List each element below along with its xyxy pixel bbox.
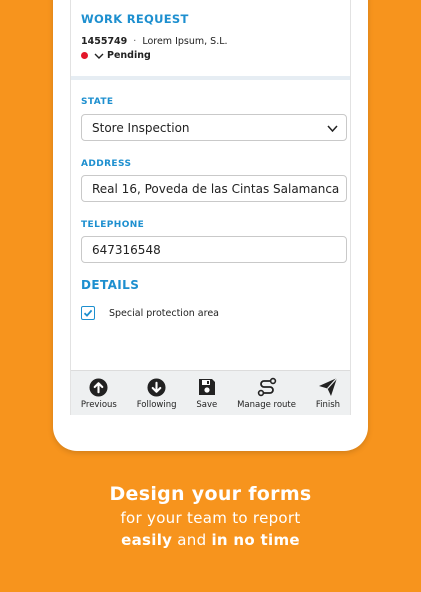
- separator: ·: [133, 36, 137, 47]
- chevron-down-icon: [327, 125, 338, 133]
- request-info-line: 1455749 · Lorem Ipsum, S.L.: [81, 36, 228, 47]
- chevron-down-icon: [94, 53, 104, 59]
- promo-tagline: Design your forms for your team to repor…: [0, 483, 421, 549]
- finish-button[interactable]: Finish: [316, 371, 340, 410]
- request-number: 1455749: [81, 36, 128, 47]
- save-button[interactable]: Save: [196, 371, 217, 410]
- tagline-line3: easily and in no time: [0, 531, 421, 549]
- finish-label: Finish: [315, 400, 341, 410]
- address-field[interactable]: Real 16, Poveda de las Cintas Salamanca: [81, 175, 347, 202]
- following-label: Following: [136, 400, 177, 410]
- state-select[interactable]: Store Inspection: [81, 114, 347, 141]
- status-dot-icon: [81, 52, 88, 59]
- manage-route-button[interactable]: Manage route: [237, 371, 296, 410]
- state-label: STATE: [81, 97, 114, 107]
- tagline-and: and: [172, 531, 212, 549]
- work-request-title: WORK REQUEST: [81, 12, 189, 26]
- telephone-label: TELEPHONE: [81, 220, 145, 230]
- address-value: Real 16, Poveda de las Cintas Salamanca: [92, 181, 340, 196]
- arrow-down-circle-icon: [147, 377, 167, 397]
- special-protection-row[interactable]: Special protection area: [81, 306, 219, 320]
- status-selector[interactable]: Pending: [81, 50, 151, 61]
- bottom-toolbar: Previous Following Save Manage route Fin…: [71, 370, 350, 415]
- route-icon: [257, 377, 277, 397]
- client-name: Lorem Ipsum, S.L.: [142, 36, 228, 47]
- state-value: Store Inspection: [92, 120, 190, 135]
- checkbox-label: Special protection area: [109, 307, 219, 319]
- tagline-in-no-time: in no time: [211, 531, 300, 549]
- floppy-disk-icon: [197, 377, 217, 397]
- telephone-value: 647316548: [92, 242, 161, 257]
- previous-button[interactable]: Previous: [81, 371, 117, 410]
- paper-plane-icon: [318, 377, 338, 397]
- manage-route-label: Manage route: [237, 400, 296, 410]
- arrow-up-circle-icon: [89, 377, 109, 397]
- address-label: ADDRESS: [81, 159, 132, 169]
- section-divider: [71, 76, 350, 80]
- phone-frame: WORK REQUEST 1455749 · Lorem Ipsum, S.L. P…: [53, 0, 368, 451]
- app-screen: WORK REQUEST 1455749 · Lorem Ipsum, S.L. P…: [70, 0, 351, 415]
- special-protection-checkbox[interactable]: [81, 306, 95, 320]
- work-request-header: WORK REQUEST 1455749 · Lorem Ipsum, S.L. P…: [71, 0, 350, 61]
- checkmark-icon: [83, 309, 93, 317]
- following-button[interactable]: Following: [137, 371, 177, 410]
- status-text: Pending: [107, 50, 151, 61]
- tagline-line1: Design your forms: [109, 483, 312, 505]
- tagline-easily: easily: [121, 531, 173, 549]
- telephone-field[interactable]: 647316548: [81, 236, 347, 263]
- save-label: Save: [196, 400, 218, 410]
- tagline-line2: for your team to report: [120, 509, 301, 527]
- previous-label: Previous: [80, 400, 117, 410]
- details-title: DETAILS: [81, 278, 140, 292]
